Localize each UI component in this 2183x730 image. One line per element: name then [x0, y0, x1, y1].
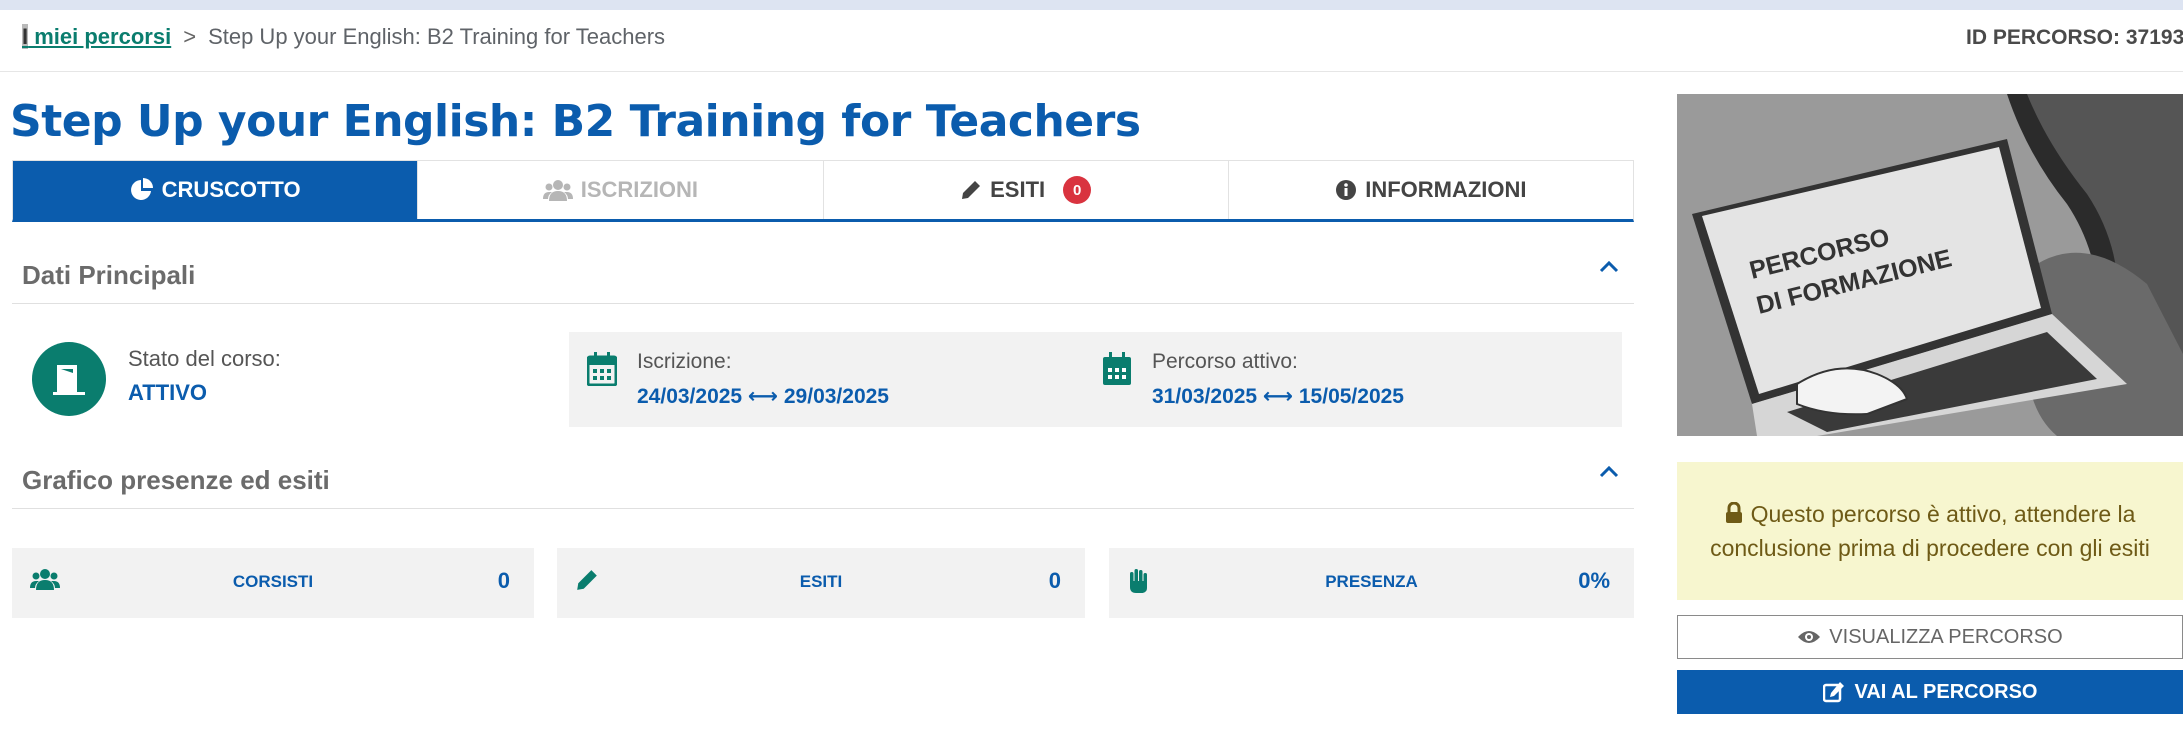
status-label: Stato del corso: [128, 346, 281, 371]
breadcrumb-root-link[interactable]: I miei percorsi [22, 24, 171, 50]
section-chart-header[interactable]: Grafico presenze ed esiti [12, 451, 1634, 509]
enrollment-label: Iscrizione: [637, 350, 732, 373]
tab-label: ISCRIZIONI [580, 177, 699, 202]
active-value: 31/03/2025 ⟷ 15/05/2025 [1152, 385, 1404, 408]
section-title: Dati Principali [22, 260, 196, 290]
notice-content: Questo percorso è attivo, attendere la c… [1685, 497, 2175, 565]
view-course-label: VISUALIZZA PERCORSO [1829, 625, 2063, 648]
go-to-course-label: VAI AL PERCORSO [1854, 680, 2038, 703]
active-course-notice: Questo percorso è attivo, attendere la c… [1677, 462, 2183, 600]
enrollment-value: 24/03/2025 ⟷ 29/03/2025 [637, 385, 889, 408]
tab-label: CRUSCOTTO [161, 177, 301, 202]
page: I miei percorsi > Step Up your English: … [0, 10, 2183, 730]
tab-label: ESITI [990, 177, 1046, 202]
stat-value: 0 [1048, 568, 1061, 593]
notice-text: Questo percorso è attivo, attendere la c… [1710, 501, 2150, 561]
calendar-icon [587, 352, 617, 386]
course-hero-image: PERCORSO DI FORMAZIONE [1677, 94, 2183, 436]
tab-bar: CRUSCOTTO ISCRIZIONI ESITI 0 INFORMAZION… [12, 160, 1634, 222]
stat-value: 0% [1578, 568, 1610, 593]
tab-cruscotto[interactable]: CRUSCOTTO [13, 161, 419, 219]
lock-icon [1725, 502, 1743, 524]
page-title: Step Up your English: B2 Training for Te… [10, 96, 1141, 147]
chevron-up-icon[interactable] [1598, 461, 1620, 483]
esiti-count-badge: 0 [1063, 176, 1092, 204]
calendar-icon [1103, 352, 1131, 385]
stat-corsisti: CORSISTI 0 [12, 548, 534, 618]
breadcrumb-root-label: miei percorsi [28, 24, 172, 49]
stat-esiti: ESITI 0 [557, 548, 1085, 618]
status-value: ATTIVO [128, 380, 208, 405]
stat-label: PRESENZA [1325, 572, 1418, 591]
info-icon [1336, 180, 1357, 200]
section-title: Grafico presenze ed esiti [22, 465, 330, 495]
tab-informazioni[interactable]: INFORMAZIONI [1229, 161, 1633, 219]
users-icon [542, 180, 573, 201]
topbar: I miei percorsi > Step Up your English: … [0, 10, 2183, 72]
dates-box: Iscrizione: 24/03/2025 ⟷ 29/03/2025 Perc… [569, 332, 1622, 427]
view-course-button[interactable]: VISUALIZZA PERCORSO [1677, 615, 2183, 659]
breadcrumb: I miei percorsi > Step Up your English: … [22, 24, 665, 50]
breadcrumb-separator: > [183, 24, 197, 49]
stat-label: ESITI [799, 572, 843, 591]
tab-esiti[interactable]: ESITI 0 [824, 161, 1229, 219]
eye-icon [1798, 631, 1821, 643]
tab-iscrizioni[interactable]: ISCRIZIONI [418, 161, 824, 219]
chevron-up-icon[interactable] [1598, 256, 1620, 278]
breadcrumb-current: Step Up your English: B2 Training for Te… [208, 24, 666, 49]
tab-label: INFORMAZIONI [1365, 177, 1527, 202]
status-door-icon [32, 342, 106, 416]
stat-presenza: PRESENZA 0% [1109, 548, 1634, 618]
course-id: ID PERCORSO: 371930 [1966, 26, 2183, 49]
pencil-icon [962, 181, 981, 199]
chart-pie-icon [130, 178, 153, 200]
active-label: Percorso attivo: [1152, 350, 1298, 373]
edit-icon [1822, 682, 1844, 703]
stat-value: 0 [497, 568, 510, 593]
stat-label: CORSISTI [232, 572, 314, 591]
section-main-data-header[interactable]: Dati Principali [12, 246, 1634, 304]
go-to-course-button[interactable]: VAI AL PERCORSO [1677, 670, 2183, 714]
